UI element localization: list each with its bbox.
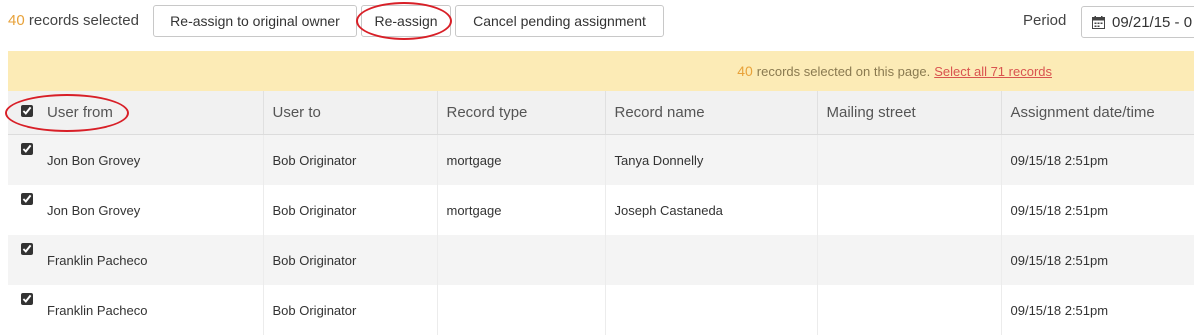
period-date-field[interactable]: 09/21/15 - 0 (1081, 6, 1194, 38)
calendar-icon (1092, 15, 1105, 29)
toolbar: 40 records selected Re-assign to origina… (0, 0, 1194, 44)
table-row[interactable]: Franklin Pacheco Bob Originator 09/15/18… (8, 285, 1194, 335)
cell-user-to: Bob Originator (263, 134, 438, 185)
cell-assignment-date: 09/15/18 2:51pm (1001, 285, 1194, 335)
cell-record-type: mortgage (437, 185, 606, 235)
select-all-header (8, 91, 45, 135)
cell-mailing-street (817, 285, 1002, 335)
cell-user-from: Franklin Pacheco (45, 285, 264, 335)
banner-count: 40 (737, 63, 753, 79)
period-label: Period (1023, 12, 1067, 29)
row-checkbox[interactable] (20, 243, 33, 255)
column-header-user-from[interactable]: User from (45, 91, 264, 135)
row-select-cell (8, 235, 45, 285)
cell-record-type (437, 285, 606, 335)
cell-user-to: Bob Originator (263, 185, 438, 235)
cell-record-type (437, 235, 606, 285)
reassign-button[interactable]: Re-assign (361, 5, 451, 37)
column-header-user-to[interactable]: User to (263, 91, 438, 135)
row-select-cell (8, 185, 45, 235)
row-checkbox[interactable] (20, 193, 33, 205)
column-header-assignment-date[interactable]: Assignment date/time (1001, 91, 1194, 135)
period-value: 09/21/15 - 0 (1112, 13, 1193, 31)
records-table: User from User to Record type Record nam… (8, 91, 1194, 335)
cancel-pending-assignment-button[interactable]: Cancel pending assignment (455, 5, 664, 37)
cell-mailing-street (817, 235, 1002, 285)
column-header-record-type[interactable]: Record type (437, 91, 606, 135)
select-all-records-link[interactable]: Select all 71 records (934, 64, 1052, 79)
table-row[interactable]: Jon Bon Grovey Bob Originator mortgage T… (8, 134, 1194, 185)
cell-user-from: Jon Bon Grovey (45, 185, 264, 235)
cell-record-name: Joseph Castaneda (605, 185, 818, 235)
cell-user-from: Franklin Pacheco (45, 235, 264, 285)
reassign-to-original-owner-button[interactable]: Re-assign to original owner (153, 5, 357, 37)
column-header-record-name[interactable]: Record name (605, 91, 818, 135)
table-header-row: User from User to Record type Record nam… (8, 91, 1194, 135)
cell-record-name: Tanya Donnelly (605, 134, 818, 185)
cell-user-to: Bob Originator (263, 285, 438, 335)
selected-count-text: 40 records selected (8, 12, 139, 29)
cell-record-name (605, 235, 818, 285)
row-select-cell (8, 285, 45, 335)
cell-assignment-date: 09/15/18 2:51pm (1001, 185, 1194, 235)
banner-text: records selected on this page. (756, 63, 931, 79)
row-checkbox[interactable] (20, 143, 33, 155)
select-all-checkbox[interactable] (20, 105, 33, 117)
row-checkbox[interactable] (20, 293, 33, 305)
cell-mailing-street (817, 134, 1002, 185)
column-header-mailing-street[interactable]: Mailing street (817, 91, 1002, 135)
cell-mailing-street (817, 185, 1002, 235)
cell-record-type: mortgage (437, 134, 606, 185)
cell-record-name (605, 285, 818, 335)
selected-count-number: 40 (8, 12, 25, 29)
cell-user-to: Bob Originator (263, 235, 438, 285)
cell-user-from: Jon Bon Grovey (45, 134, 264, 185)
cell-assignment-date: 09/15/18 2:51pm (1001, 235, 1194, 285)
table-row[interactable]: Franklin Pacheco Bob Originator 09/15/18… (8, 235, 1194, 285)
selected-count-label: records selected (28, 12, 139, 29)
row-select-cell (8, 134, 45, 185)
table-row[interactable]: Jon Bon Grovey Bob Originator mortgage J… (8, 185, 1194, 235)
selection-banner: 40 records selected on this page. Select… (8, 51, 1194, 91)
cell-assignment-date: 09/15/18 2:51pm (1001, 134, 1194, 185)
